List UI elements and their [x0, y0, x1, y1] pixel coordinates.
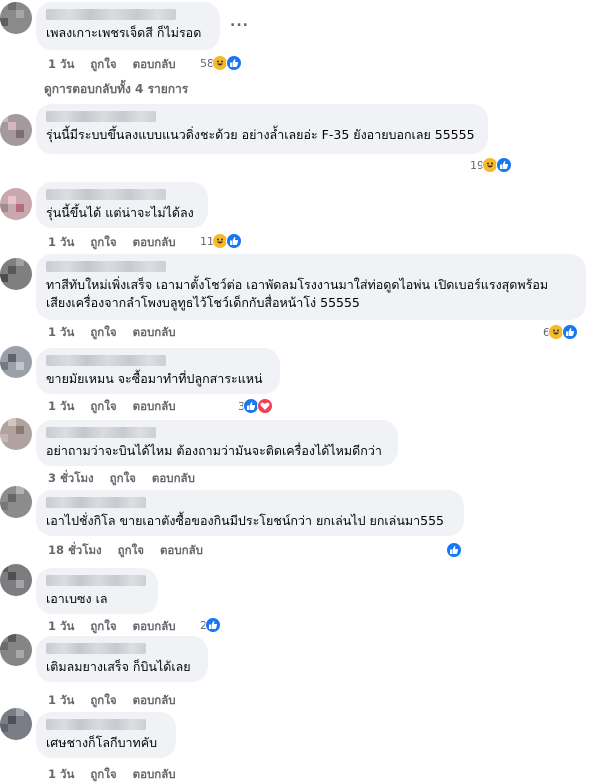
avatar[interactable]	[0, 188, 32, 220]
comment-text: ทาสีทับใหม่เพิ่งเสร็จ เอามาตั้งโชว์ต่อ เ…	[46, 277, 549, 310]
comment-meta: 18 ชั่วโมง ถูกใจ ตอบกลับ	[48, 542, 203, 560]
like-button[interactable]: ถูกใจ	[90, 692, 116, 710]
like-reaction-icon	[226, 55, 242, 71]
comment-bubble: เอาไปชั่งกิโล ขายเอาตังซื้อของกินมีประโย…	[36, 490, 464, 536]
comment-time[interactable]: 1 วัน	[48, 692, 74, 710]
reply-button[interactable]: ตอบกลับ	[133, 56, 176, 74]
comment-text: อย่าถามว่าจะบินได้ไหม ต้องถามว่ามันจะติด…	[46, 443, 382, 458]
reaction-summary[interactable]: 58	[200, 55, 242, 71]
comment-text: รุ่นนี้มีระบบขึ้นลงแบบแนวดิ่งชะด้วย อย่า…	[46, 127, 475, 142]
author-name[interactable]	[46, 575, 146, 586]
reaction-summary[interactable]: 11	[200, 233, 242, 249]
reply-button[interactable]: ตอบกลับ	[133, 692, 176, 710]
comment-time[interactable]: 18 ชั่วโมง	[48, 542, 102, 560]
comment-time[interactable]: 1 วัน	[48, 618, 74, 636]
comment-time[interactable]: 1 วัน	[48, 766, 74, 784]
author-name[interactable]	[46, 497, 146, 508]
like-reaction-icon	[562, 324, 578, 340]
comment-meta: 3 ชั่วโมง ถูกใจ ตอบกลับ	[48, 470, 195, 488]
like-reaction-icon	[226, 233, 242, 249]
comment-bubble: ทาสีทับใหม่เพิ่งเสร็จ เอามาตั้งโชว์ต่อ เ…	[36, 254, 586, 320]
avatar[interactable]	[0, 346, 32, 378]
author-name[interactable]	[46, 111, 156, 122]
like-button[interactable]: ถูกใจ	[90, 766, 116, 784]
avatar[interactable]	[0, 2, 32, 34]
comment-bubble: เติมลมยางเสร็จ ก็บินได้เลย	[36, 636, 208, 682]
reply-button[interactable]: ตอบกลับ	[133, 766, 176, 784]
avatar[interactable]	[0, 418, 32, 450]
comment-time[interactable]: 1 วัน	[48, 398, 74, 416]
avatar[interactable]	[0, 634, 32, 666]
like-button[interactable]: ถูกใจ	[90, 56, 116, 74]
author-name[interactable]	[46, 261, 166, 272]
more-options-icon[interactable]: ...	[230, 14, 249, 30]
comment-meta: 1 วัน ถูกใจ ตอบกลับ	[48, 618, 176, 636]
reaction-summary[interactable]: 19	[470, 157, 512, 173]
reply-button[interactable]: ตอบกลับ	[133, 234, 176, 252]
comment-meta: 1 วัน ถูกใจ ตอบกลับ	[48, 692, 176, 710]
comment-bubble: อย่าถามว่าจะบินได้ไหม ต้องถามว่ามันจะติด…	[36, 420, 398, 466]
like-button[interactable]: ถูกใจ	[90, 324, 116, 342]
comment-meta: 1 วัน ถูกใจ ตอบกลับ	[48, 398, 176, 416]
view-replies-link[interactable]: ดูการตอบกลับทั้ง 4 รายการ	[44, 80, 188, 99]
author-name[interactable]	[46, 9, 176, 20]
like-button[interactable]: ถูกใจ	[90, 398, 116, 416]
author-name[interactable]	[46, 427, 156, 438]
comment-time[interactable]: 3 ชั่วโมง	[48, 470, 94, 488]
author-name[interactable]	[46, 189, 166, 200]
comment-bubble: รุ่นนี้ขึ้นได้ แต่น่าจะไม่ได้ลง	[36, 182, 208, 228]
comment-text: เพลงเกาะเพชรเจ็ดสี ก็ไม่รอด	[46, 25, 202, 40]
reaction-summary[interactable]	[444, 542, 462, 558]
reaction-summary[interactable]: 6	[543, 324, 578, 340]
comment-bubble: เศษชางก็โลกีบาทคับ	[36, 712, 176, 758]
comment-text: รุ่นนี้ขึ้นได้ แต่น่าจะไม่ได้ลง	[46, 205, 194, 220]
author-name[interactable]	[46, 355, 166, 366]
reaction-summary[interactable]: 2	[200, 617, 221, 633]
like-button[interactable]: ถูกใจ	[90, 234, 116, 252]
comment-text: เอาไปชั่งกิโล ขายเอาตังซื้อของกินมีประโย…	[46, 513, 444, 528]
reply-button[interactable]: ตอบกลับ	[133, 398, 176, 416]
author-name[interactable]	[46, 719, 146, 730]
comment-text: เอาเบซง เล	[46, 591, 108, 606]
avatar[interactable]	[0, 114, 32, 146]
comment-text: เติมลมยางเสร็จ ก็บินได้เลย	[46, 659, 191, 674]
comment-text: ขายมัยเหมน จะซื้อมาทำที่ปลูกสาระแหน่	[46, 371, 263, 386]
like-reaction-icon	[205, 617, 221, 633]
reaction-summary[interactable]: 3	[238, 398, 273, 414]
comment-text: เศษชางก็โลกีบาทคับ	[46, 735, 158, 750]
love-reaction-icon	[257, 398, 273, 414]
comment-meta: 1 วัน ถูกใจ ตอบกลับ	[48, 56, 176, 74]
reply-button[interactable]: ตอบกลับ	[133, 324, 176, 342]
comment-time[interactable]: 1 วัน	[48, 324, 74, 342]
reply-button[interactable]: ตอบกลับ	[160, 542, 203, 560]
avatar[interactable]	[0, 708, 32, 740]
comment-time[interactable]: 1 วัน	[48, 56, 74, 74]
like-button[interactable]: ถูกใจ	[110, 470, 136, 488]
comment-bubble: เอาเบซง เล	[36, 568, 158, 614]
comment-meta: 1 วัน ถูกใจ ตอบกลับ	[48, 234, 176, 252]
comment-bubble: ขายมัยเหมน จะซื้อมาทำที่ปลูกสาระแหน่	[36, 348, 280, 394]
comment-meta: 1 วัน ถูกใจ ตอบกลับ	[48, 324, 176, 342]
comment-meta: 1 วัน ถูกใจ ตอบกลับ	[48, 766, 176, 784]
avatar[interactable]	[0, 486, 32, 518]
like-button[interactable]: ถูกใจ	[90, 618, 116, 636]
comment-bubble: เพลงเกาะเพชรเจ็ดสี ก็ไม่รอด	[36, 2, 220, 50]
like-button[interactable]: ถูกใจ	[118, 542, 144, 560]
like-reaction-icon	[496, 157, 512, 173]
avatar[interactable]	[0, 258, 32, 290]
reply-button[interactable]: ตอบกลับ	[133, 618, 176, 636]
avatar[interactable]	[0, 564, 32, 596]
comment-time[interactable]: 1 วัน	[48, 234, 74, 252]
like-reaction-icon	[446, 542, 462, 558]
reply-button[interactable]: ตอบกลับ	[152, 470, 195, 488]
author-name[interactable]	[46, 643, 146, 654]
comment-bubble: รุ่นนี้มีระบบขึ้นลงแบบแนวดิ่งชะด้วย อย่า…	[36, 104, 488, 154]
